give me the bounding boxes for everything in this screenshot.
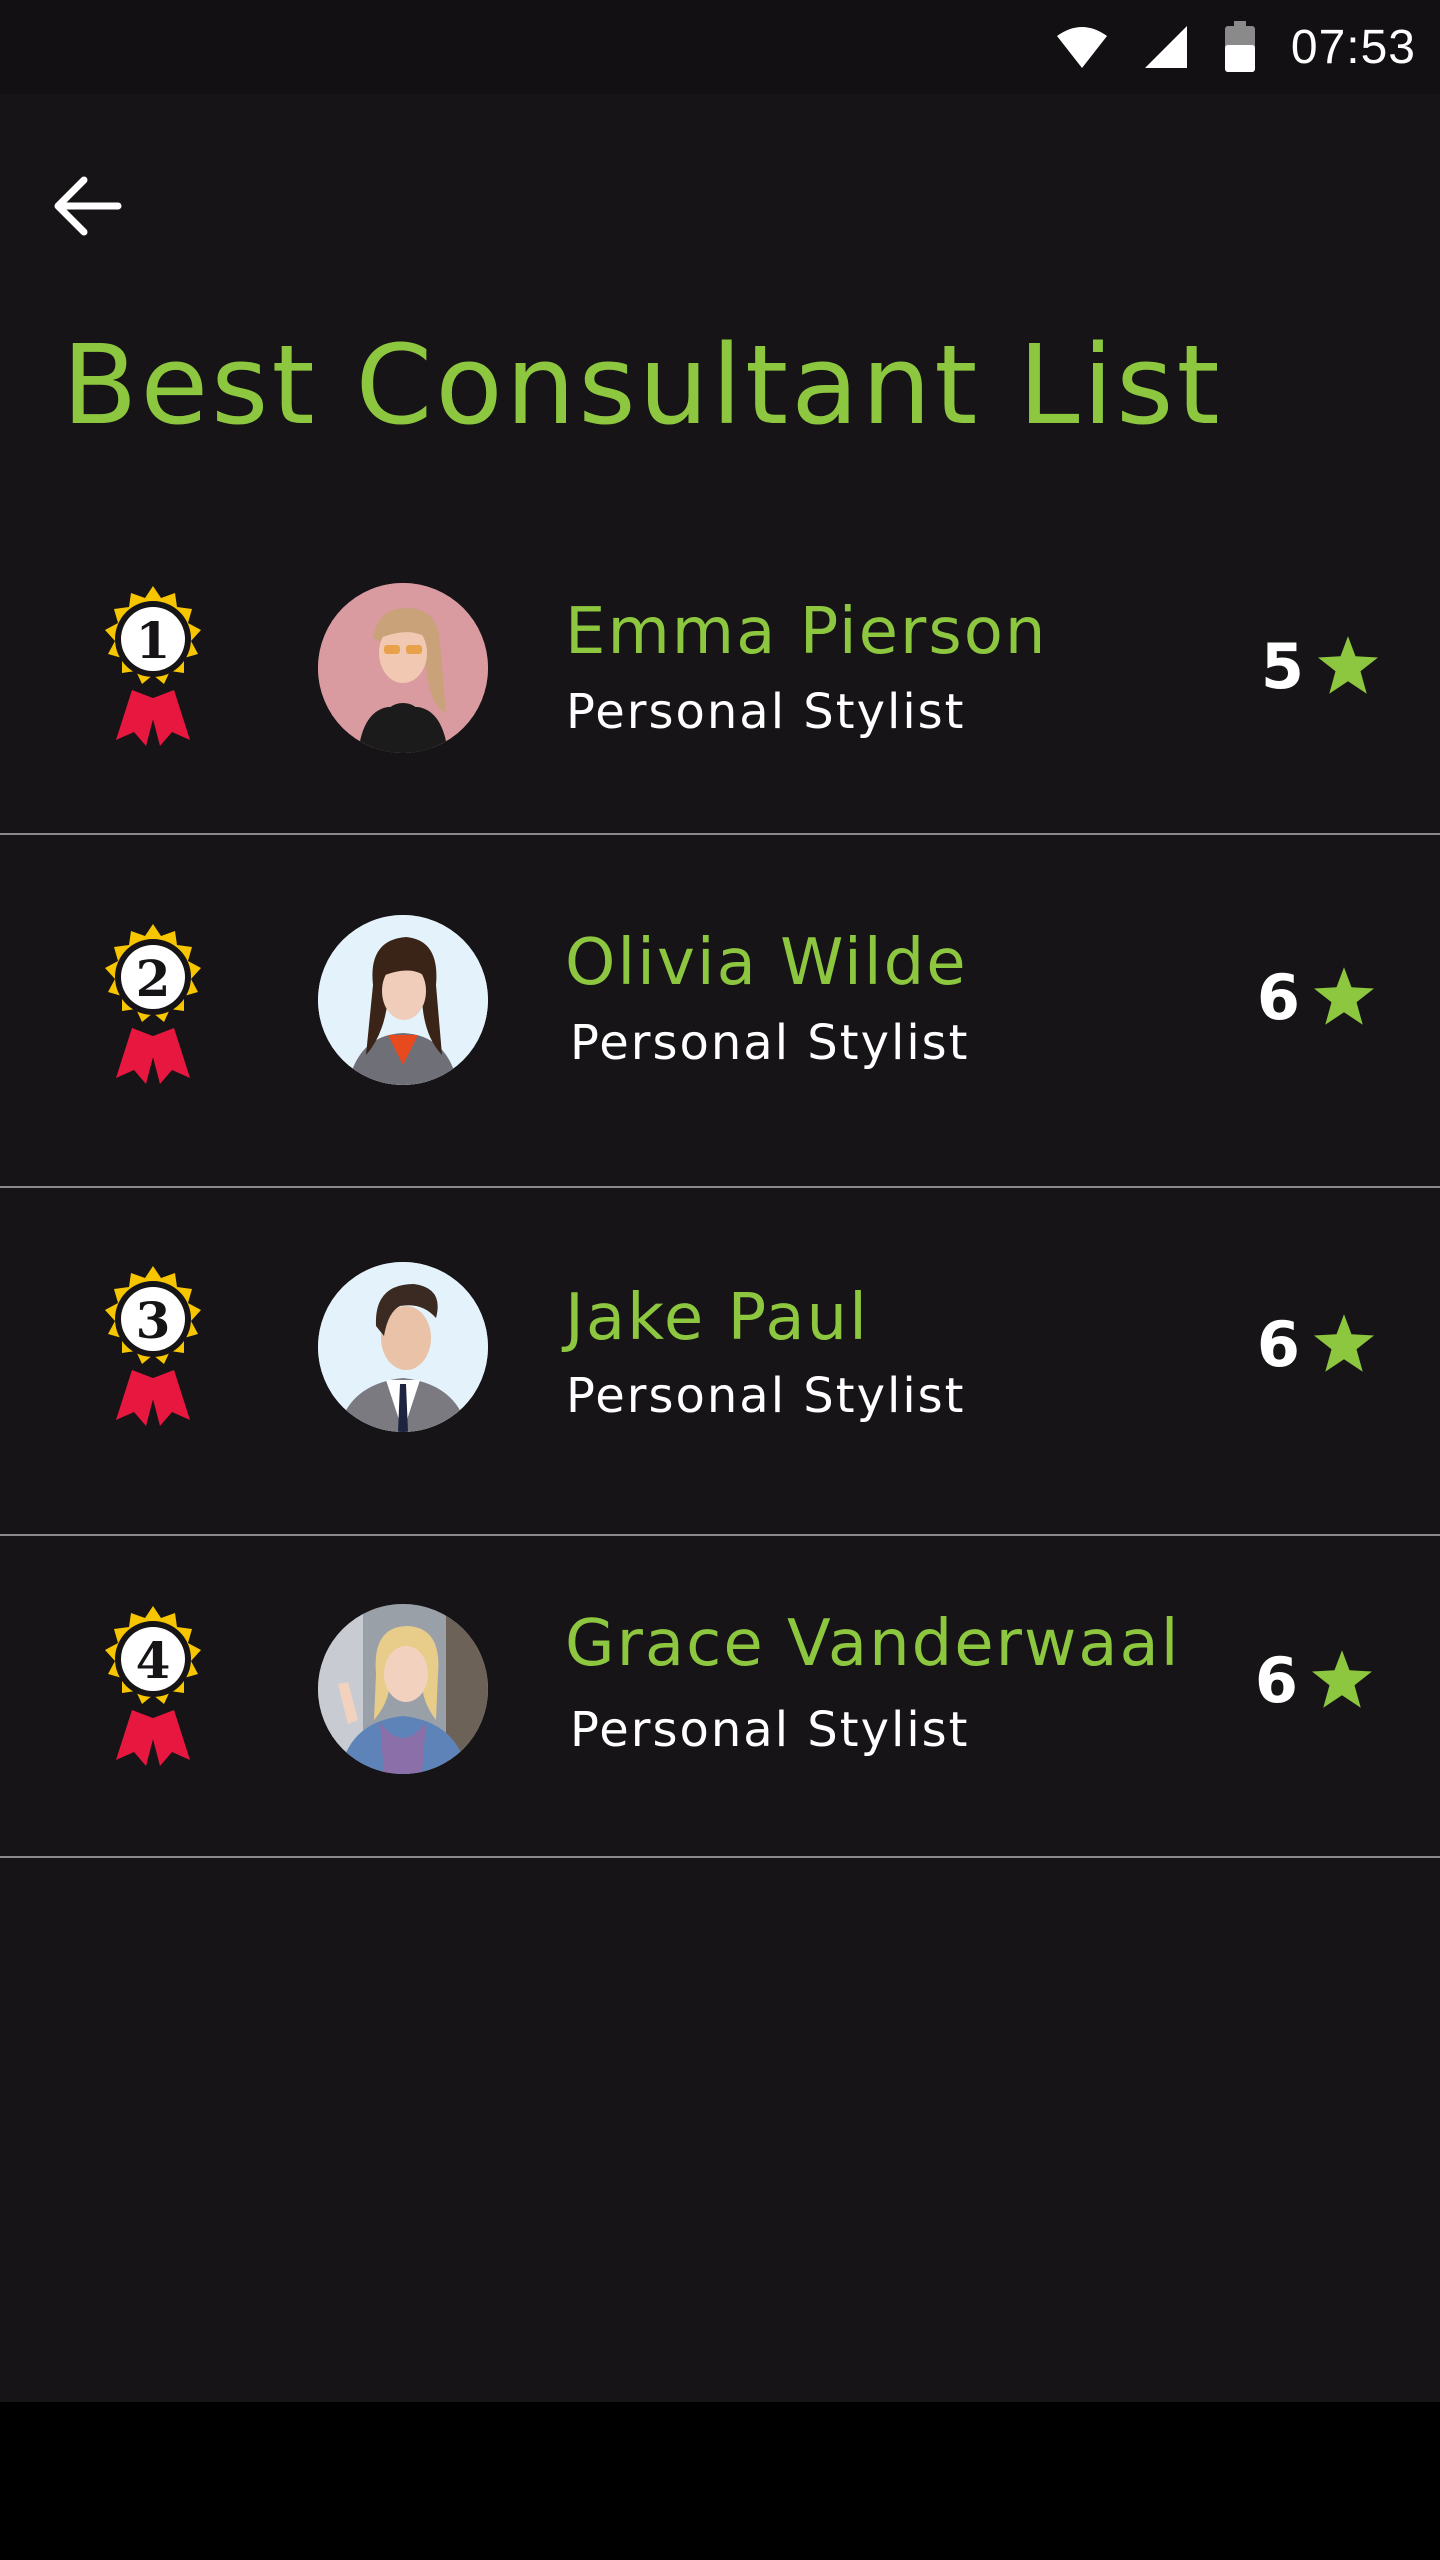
page-title: Best Consultant List bbox=[62, 321, 1223, 449]
consultant-name: Emma Pierson bbox=[565, 595, 1048, 669]
rank-number: 1 bbox=[136, 611, 171, 670]
consultant-name: Olivia Wilde bbox=[565, 926, 968, 1000]
rank-medal-icon: 1 bbox=[88, 582, 218, 752]
avatar bbox=[318, 1262, 488, 1432]
back-button[interactable] bbox=[52, 168, 142, 248]
status-bar: 07:53 bbox=[0, 0, 1440, 94]
consultant-row[interactable]: 1 Emma Pierson Personal Stylist 5 bbox=[0, 500, 1440, 835]
status-icons: 07:53 bbox=[1055, 0, 1416, 94]
arrow-left-icon bbox=[52, 174, 122, 242]
consultant-role: Personal Stylist bbox=[570, 1015, 970, 1071]
consultant-name: Grace Vanderwaal bbox=[565, 1607, 1181, 1681]
avatar bbox=[318, 915, 488, 1085]
rating: 6 bbox=[1255, 1644, 1372, 1717]
rank-number: 2 bbox=[136, 949, 171, 1008]
rank-medal-icon: 3 bbox=[88, 1262, 218, 1432]
rating: 6 bbox=[1257, 961, 1374, 1034]
row-divider bbox=[0, 1856, 1440, 1858]
consultant-row[interactable]: 3 Jake Paul Personal Stylist 6 bbox=[0, 1188, 1440, 1536]
rank-number: 3 bbox=[136, 1291, 171, 1350]
wifi-icon bbox=[1055, 24, 1109, 70]
rating: 5 bbox=[1261, 630, 1378, 703]
star-icon bbox=[1314, 966, 1374, 1029]
battery-icon bbox=[1223, 21, 1257, 73]
consultant-role: Personal Stylist bbox=[570, 1702, 970, 1758]
consultant-name: Jake Paul bbox=[565, 1281, 869, 1355]
rating-value: 6 bbox=[1256, 961, 1300, 1034]
rating-value: 6 bbox=[1256, 1308, 1300, 1381]
rank-medal-icon: 4 bbox=[88, 1602, 218, 1772]
screen: 07:53 Best Consultant List 1 Emma Pierso… bbox=[0, 0, 1440, 2402]
rating-value: 6 bbox=[1254, 1644, 1298, 1717]
rating: 6 bbox=[1257, 1308, 1374, 1381]
avatar bbox=[318, 1604, 488, 1774]
star-icon bbox=[1312, 1649, 1372, 1712]
navigation-bar bbox=[0, 2402, 1440, 2560]
cell-signal-icon bbox=[1143, 24, 1189, 70]
status-time: 07:53 bbox=[1290, 20, 1416, 74]
star-icon bbox=[1318, 635, 1378, 698]
consultant-row[interactable]: 2 Olivia Wilde Personal Stylist 6 bbox=[0, 835, 1440, 1188]
consultant-row[interactable]: 4 Grace Vanderwaal Personal Stylist 6 bbox=[0, 1536, 1440, 1858]
rank-number: 4 bbox=[136, 1631, 171, 1690]
avatar bbox=[318, 583, 488, 753]
rank-medal-icon: 2 bbox=[88, 920, 218, 1090]
star-icon bbox=[1314, 1313, 1374, 1376]
consultant-role: Personal Stylist bbox=[566, 684, 966, 740]
rating-value: 5 bbox=[1260, 630, 1304, 703]
consultant-role: Personal Stylist bbox=[566, 1368, 966, 1424]
